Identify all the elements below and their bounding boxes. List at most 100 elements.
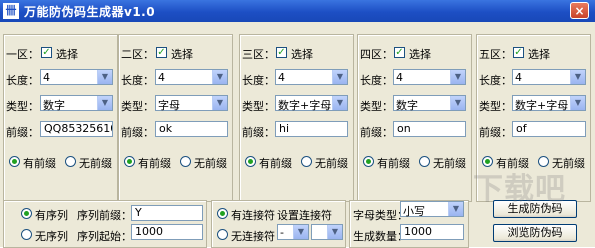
- close-button[interactable]: ×: [570, 2, 589, 19]
- sequence-prefix-label: 序列前缀：: [77, 209, 132, 222]
- zone-1-select-label: 选择: [56, 48, 78, 61]
- zone-2-length-value: 4: [158, 71, 165, 84]
- chevron-down-icon: ▼: [448, 202, 463, 216]
- window-title: 万能防伪码生成器v1.0: [24, 5, 156, 19]
- zone-4-has-prefix-radio[interactable]: [363, 156, 374, 167]
- zone-4-type-value: 数字: [396, 99, 418, 112]
- zone-5-type-label: 类型：: [479, 100, 512, 113]
- title-bar: 卌 万能防伪码生成器v1.0 ×: [0, 0, 595, 22]
- connector-select-1[interactable]: - ▼: [277, 224, 309, 240]
- zone-3-length-value: 4: [278, 71, 285, 84]
- zone-3-type-select[interactable]: 数字+字母 ▼: [275, 95, 348, 112]
- connector-select-2[interactable]: ▼: [311, 224, 343, 240]
- has-connector-radio[interactable]: [217, 208, 228, 219]
- has-connector-label: 有连接符: [231, 209, 275, 222]
- zone-1-no-prefix-radio[interactable]: [65, 156, 76, 167]
- zone-4-length-value: 4: [396, 71, 403, 84]
- zone-5-type-select[interactable]: 数字+字母 ▼: [512, 95, 586, 112]
- zone-3-has-prefix-radio[interactable]: [245, 156, 256, 167]
- zone-3-type-label: 类型：: [242, 100, 275, 113]
- zone-2-length-select[interactable]: 4 ▼: [155, 69, 228, 85]
- zone-1-length-select[interactable]: 4 ▼: [40, 69, 113, 85]
- chevron-down-icon: ▼: [97, 96, 112, 110]
- zone-5-prefix-label: 前缀：: [479, 126, 512, 139]
- letter-type-select[interactable]: 小写 ▼: [400, 201, 464, 218]
- no-connector-radio[interactable]: [217, 229, 228, 240]
- zone-3-prefix-label: 前缀：: [242, 126, 275, 139]
- no-sequence-label: 无序列: [35, 230, 68, 243]
- zone-1-type-value: 数字: [43, 99, 65, 112]
- zone-2-has-prefix-radio[interactable]: [124, 156, 135, 167]
- count-input[interactable]: 1000: [400, 224, 464, 240]
- zone-3-no-prefix-radio[interactable]: [301, 156, 312, 167]
- zone-3-checkbox[interactable]: ✓: [276, 47, 287, 58]
- zone-1-type-select[interactable]: 数字 ▼: [40, 95, 113, 112]
- zone-2-type-value: 字母: [158, 99, 180, 112]
- zone-1-has-prefix-label: 有前缀: [23, 157, 56, 170]
- chevron-down-icon: ▼: [332, 96, 347, 110]
- zone-4-type-label: 类型：: [360, 100, 393, 113]
- zone-3-prefix-input[interactable]: hi: [275, 121, 348, 137]
- zone-2-select-label: 选择: [171, 48, 193, 61]
- sequence-prefix-input[interactable]: Y: [131, 205, 203, 221]
- zone-4-has-prefix-label: 有前缀: [377, 157, 410, 170]
- zone-5-length-value: 4: [515, 71, 522, 84]
- app-window: 卌 万能防伪码生成器v1.0 × 一区： ✓ 选择 长度： 4 ▼ 类型： 数字 ▼…: [0, 0, 595, 248]
- zone-3-length-label: 长度：: [242, 74, 275, 87]
- has-sequence-radio[interactable]: [21, 208, 32, 219]
- zone-5-prefix-input[interactable]: of: [512, 121, 586, 137]
- zone-3-no-prefix-label: 无前缀: [315, 157, 348, 170]
- chevron-down-icon: ▼: [332, 70, 347, 84]
- set-connector-label: 设置连接符: [277, 209, 332, 222]
- chevron-down-icon: ▼: [570, 70, 585, 84]
- zone-1-no-prefix-label: 无前缀: [79, 157, 112, 170]
- zone-5-length-select[interactable]: 4 ▼: [512, 69, 586, 85]
- sequence-start-input[interactable]: 1000: [131, 224, 203, 240]
- zone-4-length-label: 长度：: [360, 74, 393, 87]
- chevron-down-icon: ▼: [212, 70, 227, 84]
- zone-4-prefix-input[interactable]: on: [393, 121, 466, 137]
- zone-4-length-select[interactable]: 4 ▼: [393, 69, 466, 85]
- zone-4-type-select[interactable]: 数字 ▼: [393, 95, 466, 112]
- zone-2-no-prefix-label: 无前缀: [194, 157, 227, 170]
- zone-3-select-label: 选择: [291, 48, 313, 61]
- chevron-down-icon: ▼: [327, 225, 342, 239]
- zone-1-has-prefix-radio[interactable]: [9, 156, 20, 167]
- chevron-down-icon: ▼: [570, 96, 585, 110]
- chevron-down-icon: ▼: [212, 96, 227, 110]
- zone-4-prefix-label: 前缀：: [360, 126, 393, 139]
- client-area: 一区： ✓ 选择 长度： 4 ▼ 类型： 数字 ▼ 前缀： QQ85325610 有…: [3, 22, 592, 248]
- zone-3-length-select[interactable]: 4 ▼: [275, 69, 348, 85]
- zone-2-prefix-input[interactable]: ok: [155, 121, 228, 137]
- zone-5-checkbox[interactable]: ✓: [513, 47, 524, 58]
- chevron-down-icon: ▼: [450, 70, 465, 84]
- no-sequence-radio[interactable]: [21, 229, 32, 240]
- chevron-down-icon: ▼: [450, 96, 465, 110]
- zone-1-prefix-input[interactable]: QQ85325610: [40, 121, 113, 137]
- zone-4-no-prefix-label: 无前缀: [433, 157, 466, 170]
- zone-1-type-label: 类型：: [6, 100, 39, 113]
- zone-1-title: 一区：: [6, 48, 39, 61]
- zone-4-no-prefix-radio[interactable]: [419, 156, 430, 167]
- has-sequence-label: 有序列: [35, 209, 68, 222]
- zone-1-prefix-label: 前缀：: [6, 126, 39, 139]
- browse-button[interactable]: 浏览防伪码: [493, 224, 577, 242]
- zone-2-no-prefix-radio[interactable]: [180, 156, 191, 167]
- zone-3-type-value: 数字+字母: [278, 99, 332, 112]
- no-connector-label: 无连接符: [231, 230, 275, 243]
- chevron-down-icon: ▼: [97, 70, 112, 84]
- app-icon: 卌: [3, 3, 19, 19]
- zone-4-checkbox[interactable]: ✓: [394, 47, 405, 58]
- zone-2-type-select[interactable]: 字母 ▼: [155, 95, 228, 112]
- zone-5-length-label: 长度：: [479, 74, 512, 87]
- zone-1-length-value: 4: [43, 71, 50, 84]
- zone-3-title: 三区：: [242, 48, 275, 61]
- zone-4-select-label: 选择: [409, 48, 431, 61]
- zone-1-checkbox[interactable]: ✓: [41, 47, 52, 58]
- sequence-start-label: 序列起始：: [77, 230, 132, 243]
- zone-2-prefix-label: 前缀：: [121, 126, 154, 139]
- chevron-down-icon: ▼: [293, 225, 308, 239]
- zone-2-checkbox[interactable]: ✓: [156, 47, 167, 58]
- letter-type-value: 小写: [403, 205, 425, 218]
- zone-2-length-label: 长度：: [121, 74, 154, 87]
